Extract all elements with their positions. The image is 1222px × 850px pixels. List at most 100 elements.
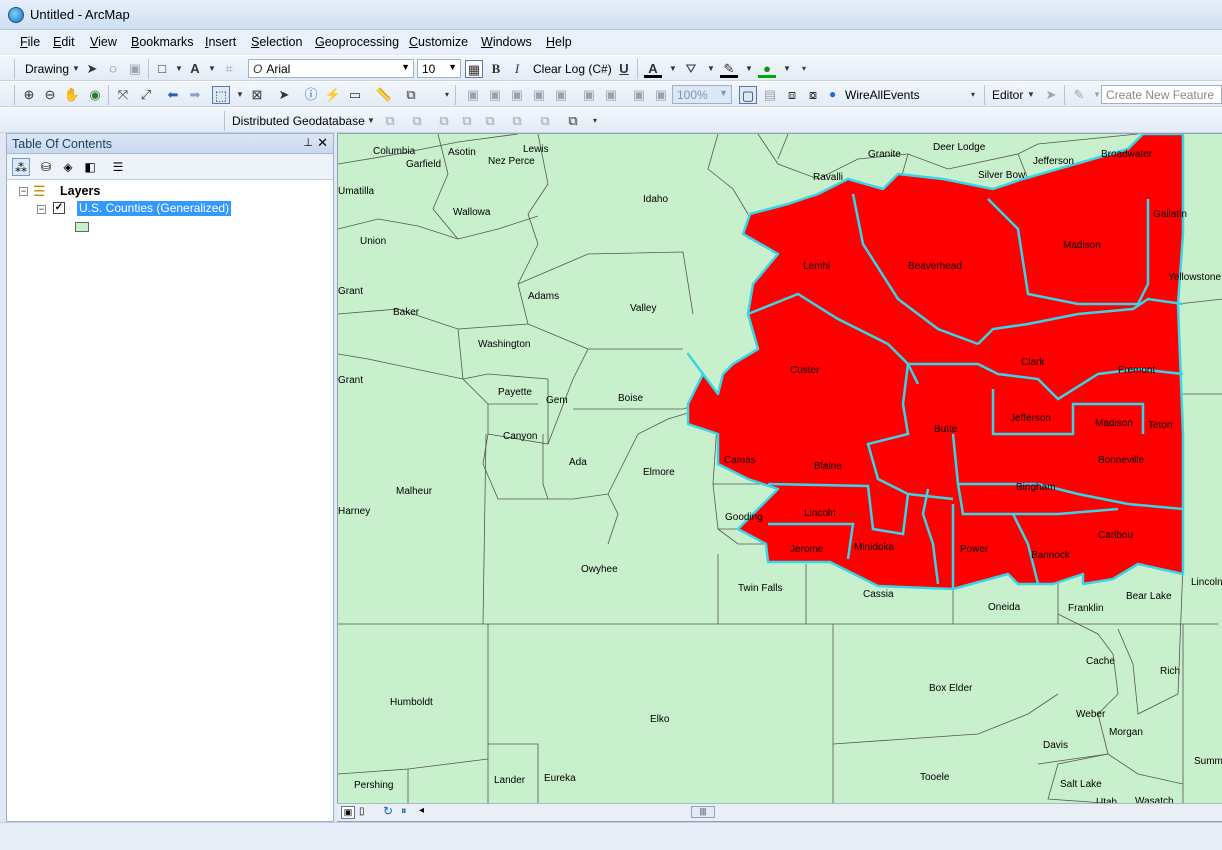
layer-us-counties[interactable]: U.S. Counties (Generalized) [77, 201, 232, 216]
identify-icon[interactable]: ⓘ [302, 86, 320, 104]
map-view[interactable]: Columbia Garfield Asotin Nez Perce Lewis Gran… [337, 133, 1222, 822]
dropdown-arrow-icon[interactable]: ▼ [231, 86, 249, 104]
fixed-zoom-out-icon[interactable]: ⤢ [137, 86, 155, 104]
layout-tool-icon[interactable]: ▣ [552, 86, 570, 104]
collapse-icon[interactable]: − [19, 187, 28, 196]
layout-tool-icon[interactable]: ▣ [486, 86, 504, 104]
edit-tool-icon[interactable]: ➤ [1042, 86, 1060, 104]
dropdown-arrow-icon[interactable]: ▼ [702, 60, 720, 78]
pan-hand-icon[interactable]: ✋ [63, 86, 81, 104]
layout-tool-icon[interactable]: ▣ [464, 86, 482, 104]
underline-button[interactable]: U [615, 60, 633, 78]
menu-file[interactable]: File [20, 35, 40, 49]
bold-button[interactable]: B [487, 60, 505, 78]
zoom-to-elements-icon[interactable]: ▣ [126, 60, 144, 78]
replica-tool-icon[interactable]: ⧉ [564, 112, 582, 130]
toggle-draft-icon[interactable]: ▤ [761, 86, 779, 104]
find-binoculars-icon[interactable]: ⧉ [402, 86, 420, 104]
font-color-button[interactable]: A [644, 60, 662, 78]
list-by-drawing-order-icon[interactable]: ⁂ [12, 158, 30, 176]
layout-tool-icon[interactable]: ▣ [580, 86, 598, 104]
symbol-icon[interactable]: ▦ [465, 60, 483, 78]
menu-bookmarks[interactable]: Bookmarks [131, 35, 194, 49]
rectangle-icon[interactable]: □ [153, 60, 171, 78]
layout-tool-icon[interactable]: ▣ [508, 86, 526, 104]
dropdown-arrow-icon[interactable]: ▼ [778, 60, 796, 78]
clear-selection-icon[interactable]: ⊠ [248, 86, 266, 104]
menu-customize[interactable]: Customize [409, 35, 468, 49]
back-arrow-icon[interactable]: ⬅ [164, 86, 182, 104]
zoom-in-icon[interactable]: ⊕ [20, 86, 38, 104]
layout-view-icon[interactable]: ▢ [739, 86, 757, 104]
layout-view-icon[interactable]: ▯ [359, 806, 365, 817]
rotate-icon[interactable]: ◌ [104, 60, 122, 78]
select-features-icon[interactable]: ⬚ [212, 86, 230, 104]
toolbar-options-icon[interactable]: ▾ [438, 86, 456, 104]
measure-icon[interactable]: 📏 [375, 86, 393, 104]
drawing-menu-button[interactable]: Drawing [25, 62, 69, 76]
list-by-selection-icon[interactable]: ◧ [81, 158, 99, 176]
focus-frame-icon[interactable]: ⧈ [783, 86, 801, 104]
html-popup-icon[interactable]: ▭ [346, 86, 364, 104]
options-icon[interactable]: ☰ [109, 158, 127, 176]
list-by-visibility-icon[interactable]: ◈ [59, 158, 77, 176]
layers-root-label[interactable]: Layers [60, 184, 100, 198]
change-layout-icon[interactable]: ⧇ [804, 86, 822, 104]
data-view-icon[interactable]: ▣ [341, 806, 355, 819]
select-elements-arrow-icon[interactable]: ➤ [275, 86, 293, 104]
menu-help[interactable]: Help [546, 35, 572, 49]
horizontal-scrollbar-thumb[interactable]: ||| [691, 806, 715, 818]
menu-windows[interactable]: Windows [481, 35, 532, 49]
dropdown-arrow-icon[interactable]: ▼ [203, 60, 221, 78]
replica-tool-icon[interactable]: ⧉ [408, 112, 426, 130]
fixed-zoom-in-icon[interactable]: ⤧ [114, 86, 132, 104]
line-color-icon[interactable]: ✎ [720, 60, 738, 78]
font-size-select[interactable]: 10 ▼ [417, 59, 461, 78]
full-extent-globe-icon[interactable]: ◉ [86, 86, 104, 104]
layout-tool-icon[interactable]: ▣ [630, 86, 648, 104]
pin-icon[interactable]: ⊥ [303, 136, 313, 149]
menu-geoprocessing[interactable]: Geoprocessing [315, 35, 399, 49]
distributed-geodatabase-menu[interactable]: Distributed Geodatabase [232, 114, 365, 128]
refresh-icon[interactable]: ↻ [383, 804, 393, 818]
zoom-out-icon[interactable]: ⊖ [41, 86, 59, 104]
zoom-percent-select[interactable]: 100% ▼ [672, 85, 732, 104]
menu-selection[interactable]: Selection [251, 35, 302, 49]
dropdown-arrow-icon[interactable]: ▼ [362, 112, 380, 130]
hyperlink-icon[interactable]: ⚡ [324, 86, 342, 104]
select-elements-icon[interactable]: ➤ [83, 60, 101, 78]
wire-events-icon[interactable]: ● [829, 87, 836, 101]
replica-tool-icon[interactable]: ⧉ [536, 112, 554, 130]
font-name-select[interactable]: O Arial ▼ [248, 59, 414, 78]
replica-tool-icon[interactable]: ⧉ [381, 112, 399, 130]
replica-tool-icon[interactable]: ⧉ [508, 112, 526, 130]
close-icon[interactable]: ✕ [317, 135, 328, 151]
menu-insert[interactable]: Insert [205, 35, 236, 49]
editor-menu-button[interactable]: Editor [992, 88, 1023, 102]
text-tool-icon[interactable]: A [186, 60, 204, 78]
wire-all-events-button[interactable]: WireAllEvents [845, 88, 920, 102]
scroll-left-icon[interactable]: ◂ [419, 805, 424, 816]
toolbar-options-icon[interactable]: ▾ [586, 112, 604, 130]
menu-edit[interactable]: Edit [53, 35, 75, 49]
toolbar-options-icon[interactable]: ▾ [795, 60, 813, 78]
dropdown-arrow-icon[interactable]: ▼ [740, 60, 758, 78]
collapse-icon[interactable]: − [37, 205, 46, 214]
edit-vertices-icon[interactable]: ⌗ [220, 60, 238, 78]
replica-tool-icon[interactable]: ⧉ [458, 112, 476, 130]
replica-tool-icon[interactable]: ⧉ [435, 112, 453, 130]
layout-tool-icon[interactable]: ▣ [602, 86, 620, 104]
layout-tool-icon[interactable]: ▣ [530, 86, 548, 104]
italic-button[interactable]: I [508, 60, 526, 78]
clear-log-button[interactable]: Clear Log (C#) [533, 62, 612, 76]
dropdown-arrow-icon[interactable]: ▼ [664, 60, 682, 78]
fill-color-icon[interactable]: ⛛ [682, 60, 700, 78]
sketch-pencil-icon[interactable]: ✎ [1070, 86, 1088, 104]
toolbar-options-icon[interactable]: ▾ [964, 86, 982, 104]
layout-tool-icon[interactable]: ▣ [652, 86, 670, 104]
marker-color-icon[interactable]: ● [758, 60, 776, 78]
forward-arrow-icon[interactable]: ➡ [186, 86, 204, 104]
menu-view[interactable]: View [90, 35, 117, 49]
replica-tool-icon[interactable]: ⧉ [481, 112, 499, 130]
dropdown-arrow-icon[interactable]: ▼ [1022, 86, 1040, 104]
